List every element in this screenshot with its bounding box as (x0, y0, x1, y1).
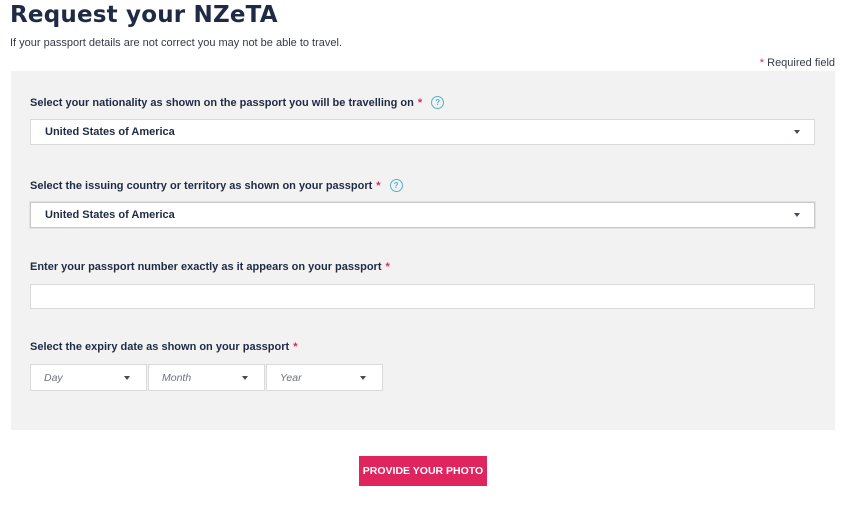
expiry-date-label-text: Select the expiry date as shown on your … (30, 341, 290, 353)
chevron-down-icon (360, 375, 366, 380)
issuing-country-select[interactable]: United States of America (30, 202, 815, 228)
issuing-country-label: Select the issuing country or territory … (30, 179, 403, 192)
issuing-country-label-text: Select the issuing country or territory … (30, 179, 373, 192)
provide-photo-button[interactable]: PROVIDE YOUR PHOTO (359, 456, 487, 486)
chevron-down-icon (124, 375, 130, 380)
nationality-label: Select your nationality as shown on the … (30, 96, 445, 109)
required-star: * (376, 179, 381, 192)
passport-details-panel: Select your nationality as shown on the … (11, 71, 835, 430)
passport-number-label: Enter your passport number exactly as it… (30, 261, 390, 273)
chevron-down-icon (794, 213, 800, 217)
passport-number-label-text: Enter your passport number exactly as it… (30, 261, 382, 273)
nationality-select[interactable]: United States of America (30, 119, 815, 145)
required-star: * (293, 341, 298, 353)
page-title: Request your NZeTA (10, 2, 278, 28)
expiry-year-placeholder: Year (280, 371, 302, 384)
expiry-year-select[interactable]: Year (266, 364, 383, 391)
issuing-country-select-value: United States of America (45, 209, 175, 221)
page-subtitle: If your passport details are not correct… (10, 37, 343, 49)
required-field-note: * Required field (760, 57, 835, 69)
expiry-month-placeholder: Month (162, 371, 192, 384)
required-star: * (417, 96, 423, 109)
help-icon[interactable]: ? (431, 96, 445, 109)
required-star: * (759, 57, 765, 69)
expiry-day-select[interactable]: Day (30, 364, 147, 391)
required-star: * (385, 261, 390, 273)
help-icon[interactable]: ? (389, 179, 403, 192)
nationality-select-value: United States of America (45, 126, 175, 138)
expiry-date-label: Select the expiry date as shown on your … (30, 341, 297, 353)
passport-number-input[interactable] (30, 284, 815, 309)
expiry-month-select[interactable]: Month (148, 364, 265, 391)
nationality-label-text: Select your nationality as shown on the … (30, 96, 414, 109)
expiry-day-placeholder: Day (44, 371, 63, 384)
required-note-text: Required field (767, 57, 835, 69)
chevron-down-icon (794, 130, 800, 134)
chevron-down-icon (242, 375, 248, 380)
